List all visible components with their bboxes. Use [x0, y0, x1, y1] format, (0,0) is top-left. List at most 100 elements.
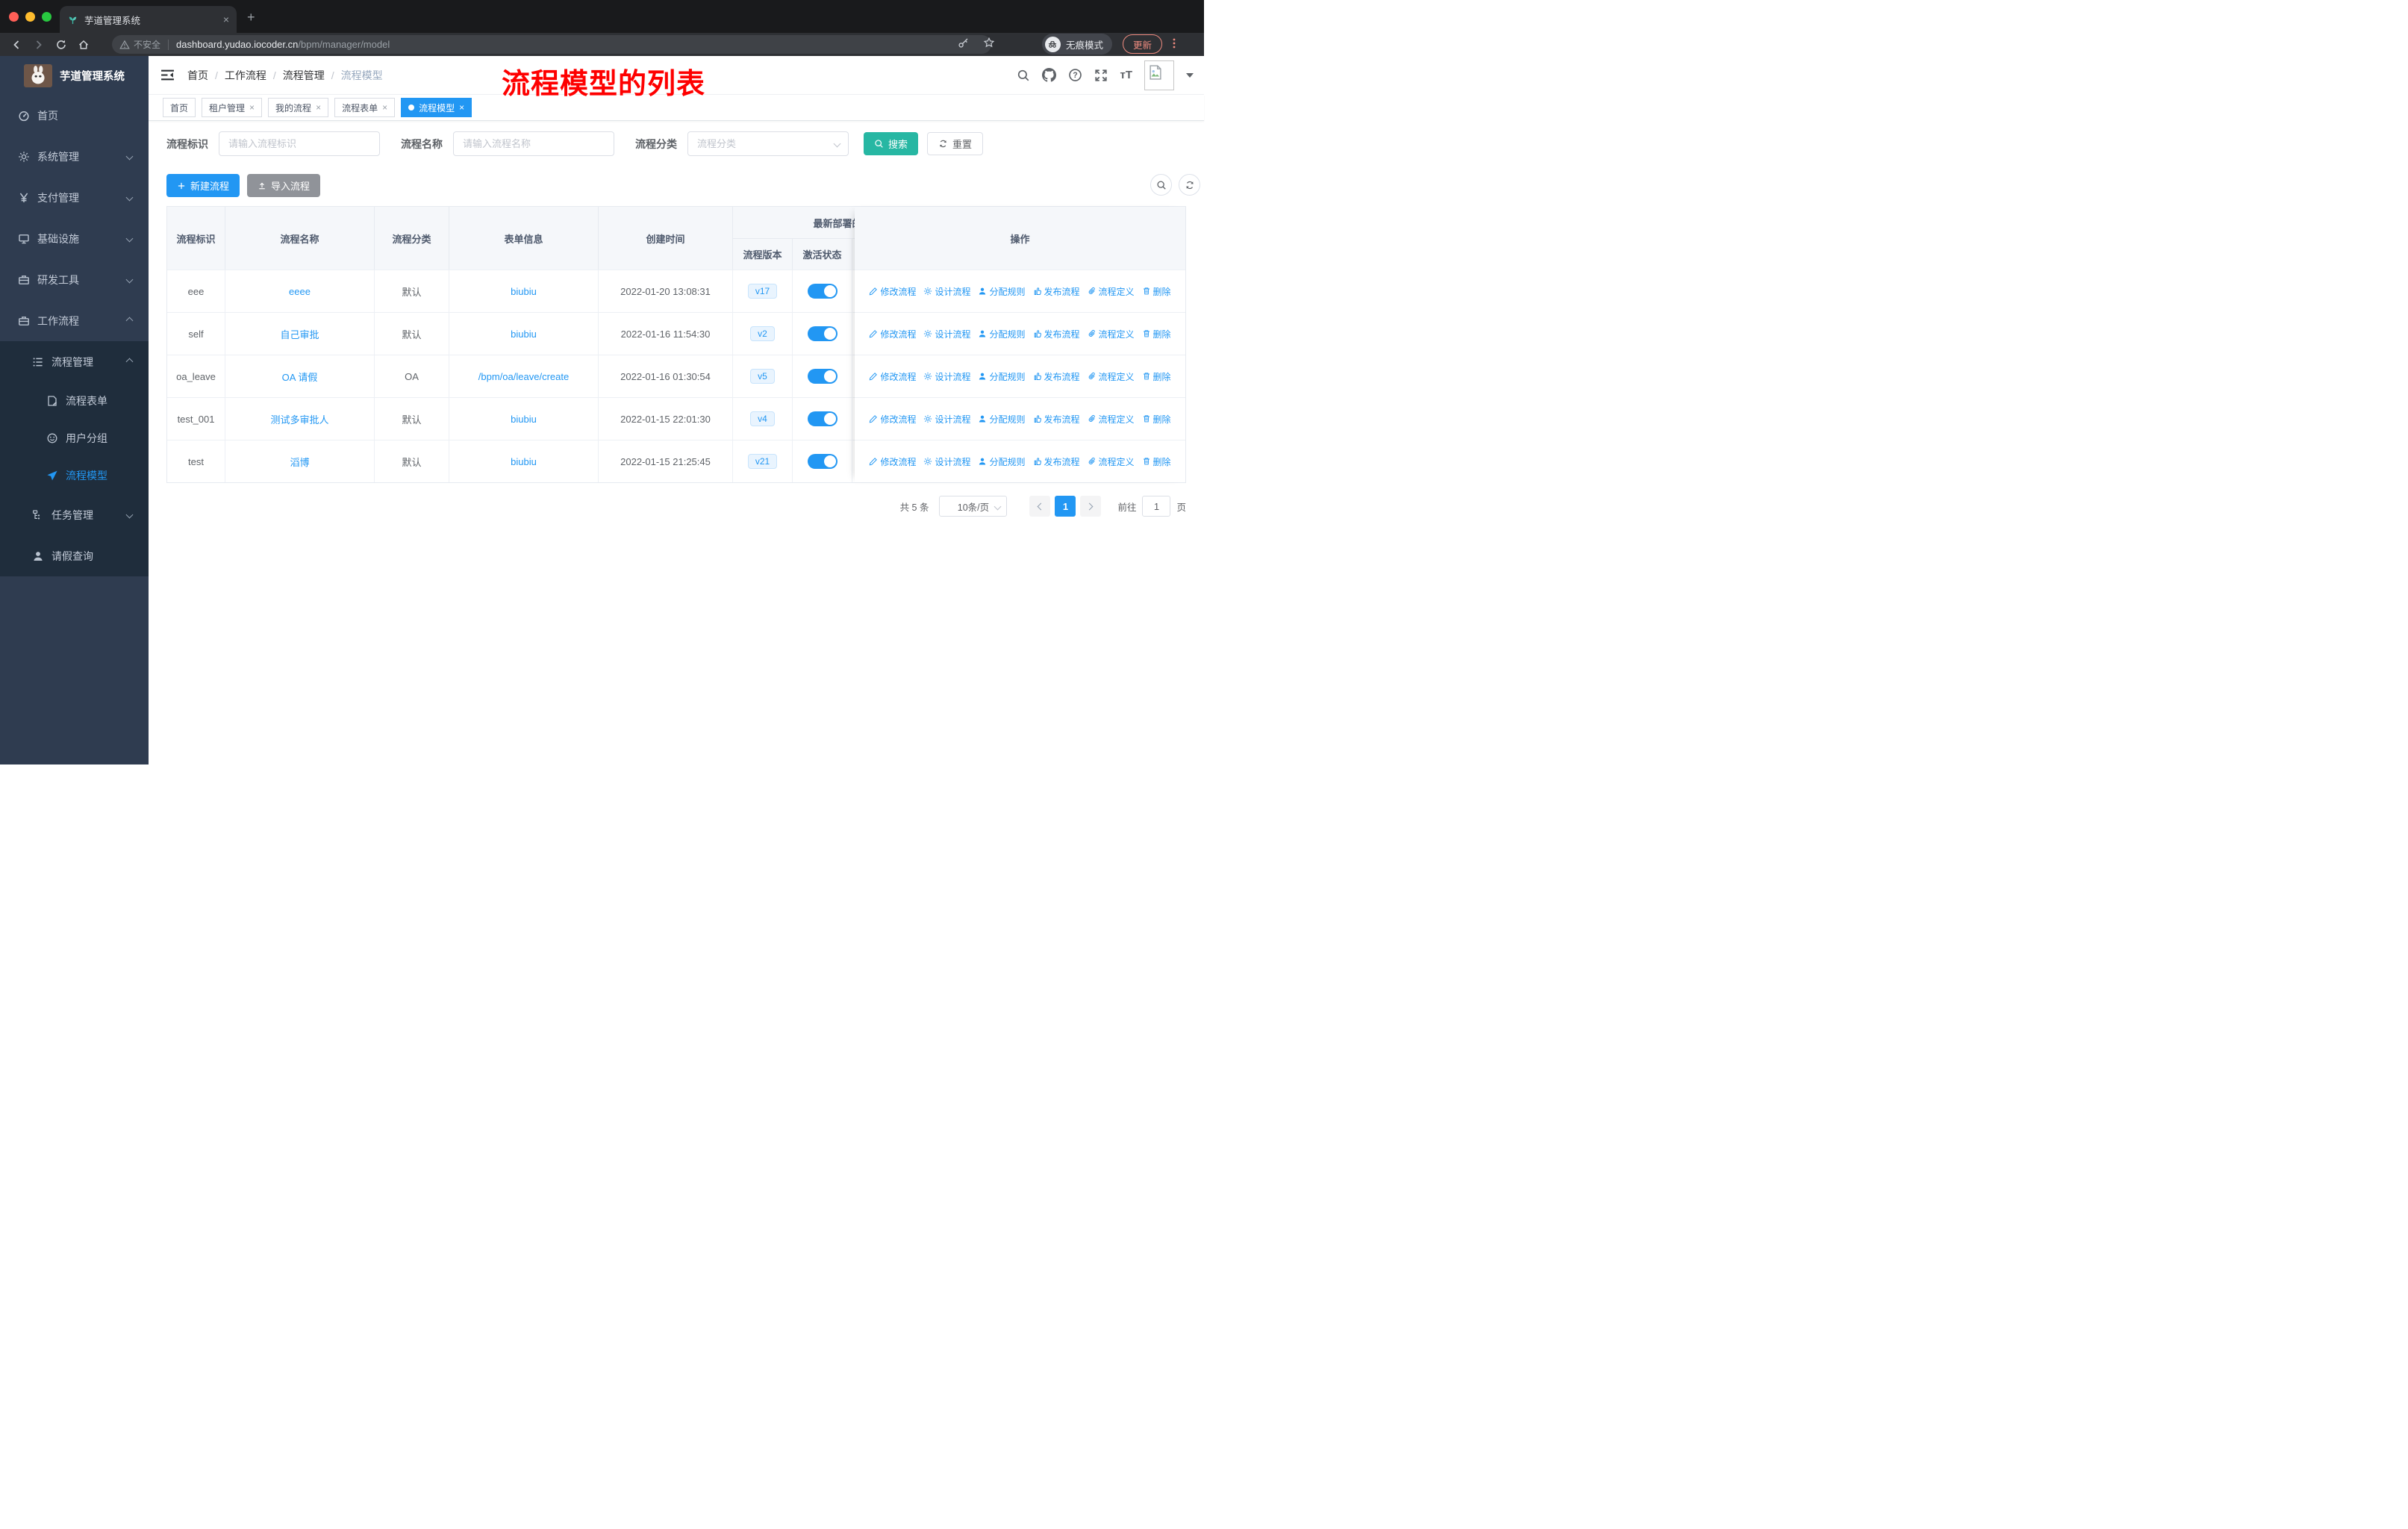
forward-icon[interactable] — [33, 39, 45, 51]
sidebar-item-infrastructure[interactable]: 基础设施 — [0, 218, 149, 259]
process-name-input[interactable] — [453, 131, 614, 156]
reload-icon[interactable] — [55, 39, 67, 51]
action-design[interactable]: 设计流程 — [923, 455, 970, 468]
model-name-link[interactable]: 滔博 — [290, 455, 309, 469]
action-publish[interactable]: 发布流程 — [1033, 455, 1080, 468]
version-badge[interactable]: v2 — [750, 326, 775, 341]
github-icon[interactable] — [1042, 68, 1056, 82]
sidebar-item-system[interactable]: 系统管理 — [0, 136, 149, 177]
security-warning[interactable]: 不安全 — [119, 38, 160, 51]
search-button[interactable]: 搜索 — [864, 132, 919, 155]
action-delete[interactable]: 删除 — [1142, 455, 1171, 468]
home-icon[interactable] — [78, 39, 90, 51]
form-link[interactable]: biubiu — [511, 328, 537, 340]
refresh-table-button[interactable] — [1179, 174, 1200, 196]
import-process-button[interactable]: 导入流程 — [247, 174, 321, 197]
sidebar-item-leave-query[interactable]: 请假查询 — [0, 535, 149, 576]
action-delete[interactable]: 删除 — [1142, 370, 1171, 383]
version-badge[interactable]: v4 — [750, 411, 775, 426]
category-select[interactable] — [687, 131, 849, 156]
avatar[interactable] — [1144, 60, 1174, 90]
form-link[interactable]: biubiu — [511, 286, 537, 297]
sidebar-item-process-form[interactable]: 流程表单 — [0, 382, 149, 420]
sidebar-item-user-group[interactable]: 用户分组 — [0, 420, 149, 457]
minimize-window-button[interactable] — [25, 12, 35, 22]
help-icon[interactable] — [1068, 68, 1082, 82]
prev-page-button[interactable] — [1029, 496, 1051, 517]
category-select-input[interactable] — [687, 131, 849, 156]
sidebar-item-workflow[interactable]: 工作流程 — [0, 300, 149, 341]
version-badge[interactable]: v17 — [747, 284, 778, 299]
toggle-search-button[interactable] — [1150, 174, 1172, 196]
page-1-button[interactable]: 1 — [1055, 496, 1076, 517]
browser-tab[interactable]: 芋道管理系统 × — [60, 6, 237, 33]
active-toggle[interactable] — [807, 326, 838, 341]
action-modify[interactable]: 修改流程 — [869, 370, 916, 383]
sidebar-item-home[interactable]: 首页 — [0, 95, 149, 136]
tag-process-form[interactable]: 流程表单 × — [334, 98, 396, 117]
action-publish[interactable]: 发布流程 — [1033, 328, 1080, 340]
version-badge[interactable]: v5 — [750, 369, 775, 384]
sidebar-fold-icon[interactable] — [160, 69, 175, 81]
action-assign-rules[interactable]: 分配规则 — [978, 370, 1026, 383]
page-size-select[interactable]: 10条/页 — [939, 496, 1008, 517]
tag-tenant[interactable]: 租户管理 × — [202, 98, 263, 117]
action-definition[interactable]: 流程定义 — [1088, 285, 1135, 298]
app-logo-row[interactable]: 芋道管理系统 — [0, 56, 149, 95]
password-key-icon[interactable] — [958, 37, 970, 49]
model-name-link[interactable]: OA 请假 — [282, 370, 318, 384]
next-page-button[interactable] — [1080, 496, 1102, 517]
goto-page-input[interactable] — [1142, 496, 1171, 517]
breadcrumb-process-management[interactable]: 流程管理 — [283, 68, 325, 83]
action-assign-rules[interactable]: 分配规则 — [978, 285, 1026, 298]
action-design[interactable]: 设计流程 — [923, 370, 970, 383]
close-icon[interactable]: × — [459, 102, 464, 113]
action-publish[interactable]: 发布流程 — [1033, 285, 1080, 298]
action-delete[interactable]: 删除 — [1142, 413, 1171, 426]
action-design[interactable]: 设计流程 — [923, 285, 970, 298]
close-icon[interactable]: × — [382, 102, 387, 113]
version-badge[interactable]: v21 — [747, 454, 778, 469]
model-name-link[interactable]: 测试多审批人 — [270, 412, 328, 426]
action-publish[interactable]: 发布流程 — [1033, 413, 1080, 426]
sidebar-item-dev-tools[interactable]: 研发工具 — [0, 259, 149, 300]
search-icon[interactable] — [1017, 69, 1030, 82]
action-design[interactable]: 设计流程 — [923, 328, 970, 340]
close-icon[interactable]: × — [249, 102, 255, 113]
action-modify[interactable]: 修改流程 — [869, 413, 916, 426]
tag-home[interactable]: 首页 — [163, 98, 196, 117]
sidebar-item-payment[interactable]: 支付管理 — [0, 177, 149, 218]
close-icon[interactable]: × — [316, 102, 321, 113]
action-assign-rules[interactable]: 分配规则 — [978, 413, 1026, 426]
action-definition[interactable]: 流程定义 — [1088, 413, 1135, 426]
active-toggle[interactable] — [807, 454, 838, 469]
action-modify[interactable]: 修改流程 — [869, 285, 916, 298]
sidebar-item-task-management[interactable]: 任务管理 — [0, 494, 149, 535]
action-delete[interactable]: 删除 — [1142, 328, 1171, 340]
action-definition[interactable]: 流程定义 — [1088, 328, 1135, 340]
active-toggle[interactable] — [807, 369, 838, 384]
back-icon[interactable] — [10, 39, 22, 51]
close-window-button[interactable] — [9, 12, 19, 22]
update-browser-button[interactable]: 更新 — [1122, 34, 1162, 54]
action-assign-rules[interactable]: 分配规则 — [978, 328, 1026, 340]
action-modify[interactable]: 修改流程 — [869, 328, 916, 340]
form-link[interactable]: /bpm/oa/leave/create — [478, 371, 569, 382]
new-tab-button[interactable]: + — [247, 10, 255, 24]
breadcrumb-workflow[interactable]: 工作流程 — [225, 68, 266, 83]
model-name-link[interactable]: eeee — [289, 286, 311, 297]
active-toggle[interactable] — [807, 284, 838, 299]
breadcrumb-home[interactable]: 首页 — [187, 68, 208, 83]
fullscreen-icon[interactable] — [1094, 69, 1108, 82]
tag-process-model[interactable]: 流程模型 × — [401, 98, 472, 117]
action-modify[interactable]: 修改流程 — [869, 455, 916, 468]
form-link[interactable]: biubiu — [511, 456, 537, 467]
maximize-window-button[interactable] — [42, 12, 52, 22]
sidebar-item-process-model[interactable]: 流程模型 — [0, 457, 149, 494]
address-bar[interactable]: 不安全 dashboard.yudao.iocoder.cn/bpm/manag… — [112, 35, 991, 54]
process-key-input[interactable] — [219, 131, 380, 156]
create-process-button[interactable]: 新建流程 — [166, 174, 240, 197]
reset-button[interactable]: 重置 — [927, 132, 984, 155]
tag-my-process[interactable]: 我的流程 × — [268, 98, 329, 117]
model-name-link[interactable]: 自己审批 — [280, 327, 319, 341]
